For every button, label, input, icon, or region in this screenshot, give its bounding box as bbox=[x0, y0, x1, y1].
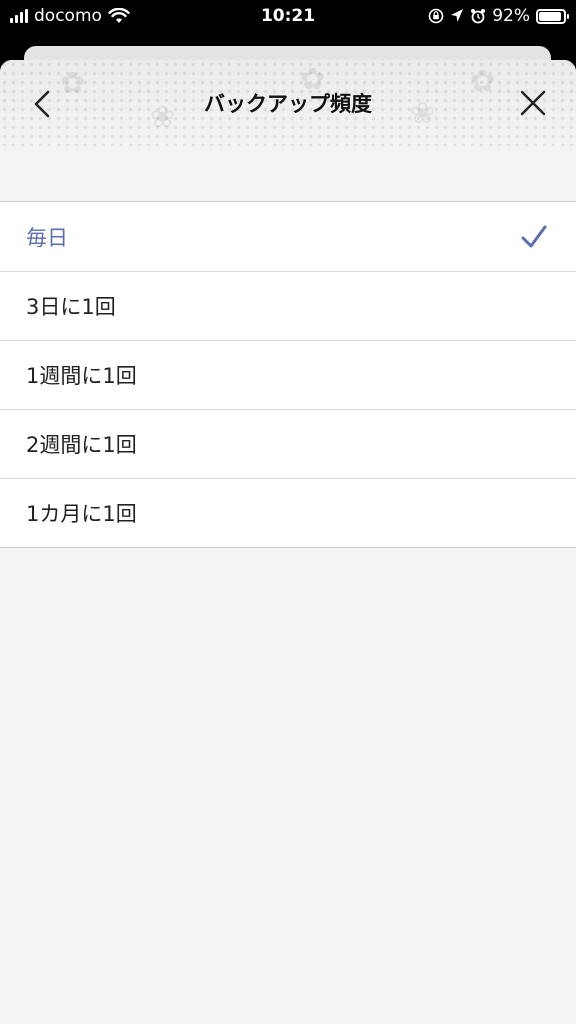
option-every-3-days[interactable]: 3日に1回 bbox=[0, 271, 576, 340]
option-label: 1週間に1回 bbox=[26, 363, 137, 388]
orientation-lock-icon bbox=[428, 8, 444, 24]
option-biweekly[interactable]: 2週間に1回 bbox=[0, 409, 576, 478]
status-bar: docomo 10:21 92% bbox=[0, 0, 576, 34]
battery-level bbox=[539, 11, 561, 21]
close-button[interactable] bbox=[516, 84, 550, 124]
close-icon bbox=[520, 90, 546, 116]
frequency-option-list: 毎日 3日に1回 1週間に1回 2週間に1回 1カ月に1回 bbox=[0, 201, 576, 548]
location-icon bbox=[451, 9, 464, 22]
option-daily[interactable]: 毎日 bbox=[0, 202, 576, 271]
option-monthly[interactable]: 1カ月に1回 bbox=[0, 478, 576, 547]
option-weekly[interactable]: 1週間に1回 bbox=[0, 340, 576, 409]
option-label: 3日に1回 bbox=[26, 294, 116, 319]
option-label: 毎日 bbox=[26, 225, 68, 250]
battery-percent: 92% bbox=[492, 6, 530, 26]
status-right: 92% bbox=[428, 6, 569, 26]
checkmark-icon bbox=[521, 225, 547, 248]
option-label: 2週間に1回 bbox=[26, 432, 137, 457]
alarm-icon bbox=[471, 9, 486, 24]
backup-frequency-sheet: ✿ ❀ ✿ ❀ ✿ バックアップ頻度 毎日 3日に1回 1週間に1回 2週間に1… bbox=[0, 60, 576, 1024]
sheet-header: ✿ ❀ ✿ ❀ ✿ バックアップ頻度 bbox=[0, 60, 576, 146]
option-label: 1カ月に1回 bbox=[26, 501, 137, 526]
battery-icon bbox=[536, 8, 569, 24]
page-title: バックアップ頻度 bbox=[204, 92, 372, 116]
